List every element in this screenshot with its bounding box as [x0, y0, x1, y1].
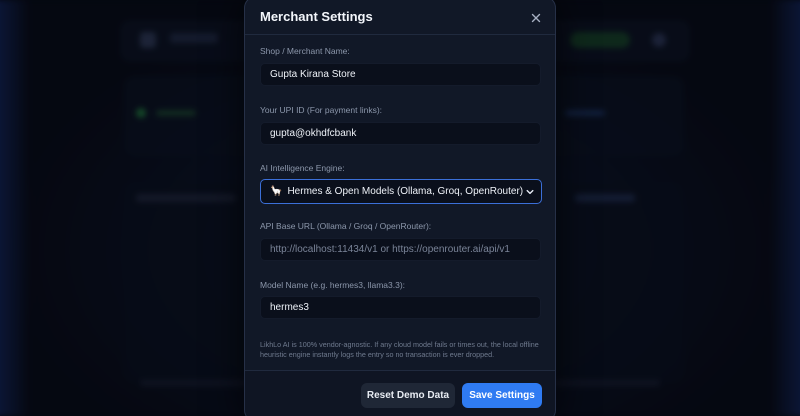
modal-title: Merchant Settings [260, 9, 373, 24]
merchant-settings-modal: Merchant Settings Shop / Merchant Name: … [244, 0, 556, 416]
modal-footer: Reset Demo Data Save Settings [245, 370, 555, 416]
close-icon[interactable] [529, 11, 543, 25]
upi-id-input[interactable] [260, 122, 541, 145]
upi-id-label: Your UPI ID (For payment links): [260, 105, 383, 115]
shop-name-input[interactable] [260, 63, 541, 86]
save-settings-button[interactable]: Save Settings [462, 383, 542, 408]
ai-engine-label: AI Intelligence Engine: [260, 163, 345, 173]
api-base-url-input[interactable] [260, 238, 541, 261]
modal-header: Merchant Settings [245, 0, 555, 35]
chevron-down-icon [526, 188, 534, 199]
model-name-input[interactable] [260, 296, 541, 319]
llama-icon: 🦙 [270, 186, 283, 197]
ai-engine-selected-value: Hermes & Open Models (Ollama, Groq, Open… [287, 186, 524, 197]
reset-demo-data-button[interactable]: Reset Demo Data [361, 383, 455, 408]
api-base-url-label: API Base URL (Ollama / Groq / OpenRouter… [260, 221, 432, 231]
ai-engine-select[interactable]: 🦙 Hermes & Open Models (Ollama, Groq, Op… [260, 179, 542, 204]
vendor-agnostic-note: LikhLo AI is 100% vendor-agnostic. If an… [260, 340, 539, 359]
model-name-label: Model Name (e.g. hermes3, llama3.3): [260, 280, 406, 290]
shop-name-label: Shop / Merchant Name: [260, 46, 350, 56]
